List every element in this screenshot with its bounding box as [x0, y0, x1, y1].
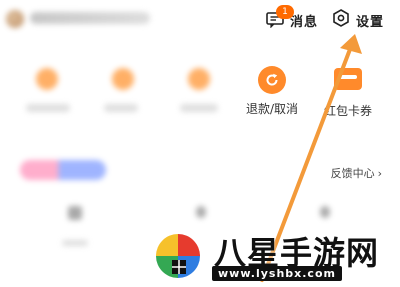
watermark-url: www.lyshbx.com [212, 266, 342, 281]
watermark-logo-icon [156, 234, 200, 278]
